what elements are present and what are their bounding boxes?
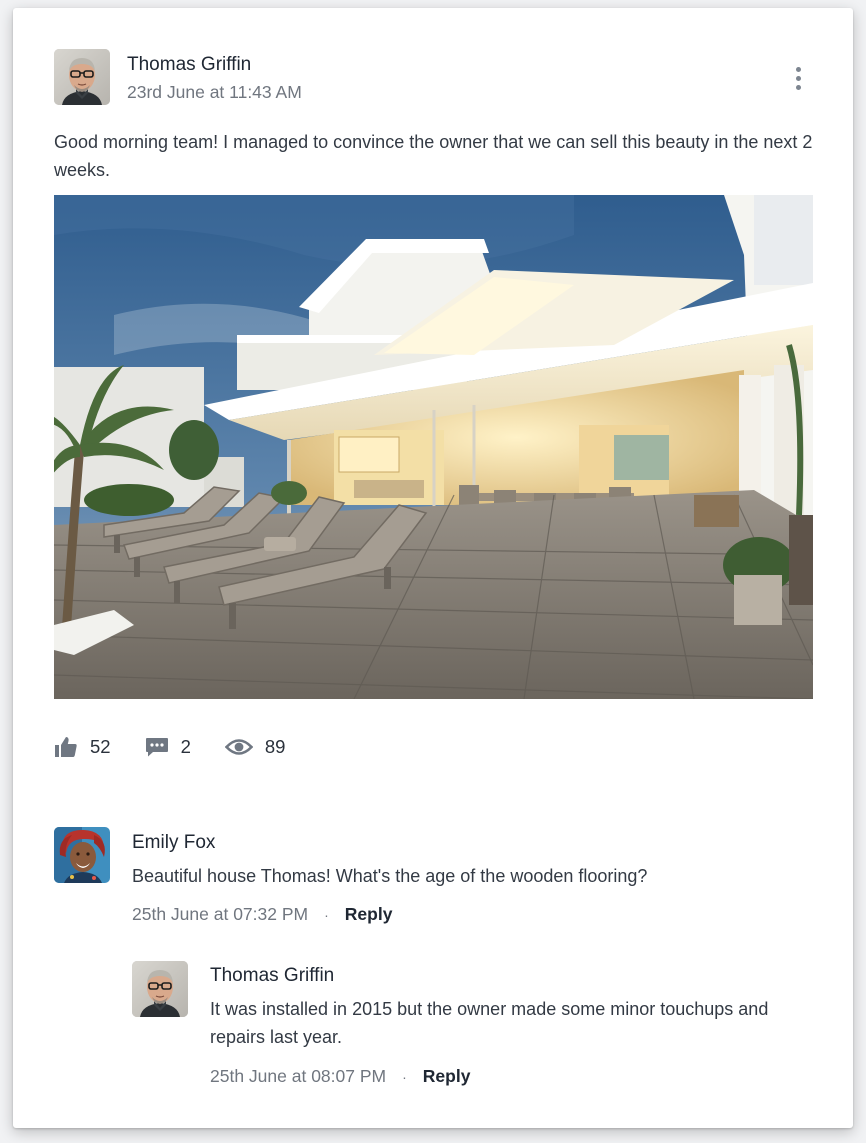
likes-count: 52: [90, 736, 111, 757]
post-timestamp: 23rd June at 11:43 AM: [127, 82, 302, 102]
reply-author-name[interactable]: Thomas Griffin: [210, 965, 334, 987]
views-count: 89: [264, 736, 286, 757]
reply-author-avatar[interactable]: [132, 961, 188, 1017]
reply-footer: 25th June at 08:07 PM · Reply: [210, 1066, 470, 1087]
reply-button[interactable]: Reply: [345, 904, 393, 925]
reply-timestamp: 25th June at 08:07 PM: [210, 1066, 387, 1086]
comment-author-name[interactable]: Emily Fox: [132, 832, 215, 854]
comments-stat[interactable]: 2: [145, 735, 191, 759]
post-image[interactable]: [54, 195, 813, 699]
commenter-avatar[interactable]: [54, 827, 110, 883]
comment-icon: [145, 738, 168, 757]
post-stats: 52 2 89: [54, 732, 319, 762]
comments-count: 2: [180, 736, 191, 757]
reply-text: It was installed in 2015 but the owner m…: [210, 999, 769, 1047]
more-vertical-icon[interactable]: [790, 64, 808, 94]
thumbs-up-icon: [55, 737, 77, 757]
comment-text: Beautiful house Thomas! What's the age o…: [132, 866, 648, 886]
separator-dot: ·: [402, 1068, 407, 1085]
comment-timestamp: 25th June at 07:32 PM: [132, 904, 309, 924]
comment-footer: 25th June at 07:32 PM · Reply: [132, 904, 392, 925]
author-avatar[interactable]: [54, 49, 110, 105]
separator-dot: ·: [324, 906, 329, 923]
likes-stat[interactable]: 52: [54, 735, 111, 759]
reply-button[interactable]: Reply: [423, 1066, 471, 1087]
post-text: Good morning team! I managed to convince…: [54, 132, 813, 180]
eye-icon: [224, 739, 253, 755]
post-author-name[interactable]: Thomas Griffin: [127, 54, 251, 76]
views-stat[interactable]: 89: [224, 735, 286, 759]
post-card: Thomas Griffin 23rd June at 11:43 AM Goo…: [13, 8, 853, 1128]
